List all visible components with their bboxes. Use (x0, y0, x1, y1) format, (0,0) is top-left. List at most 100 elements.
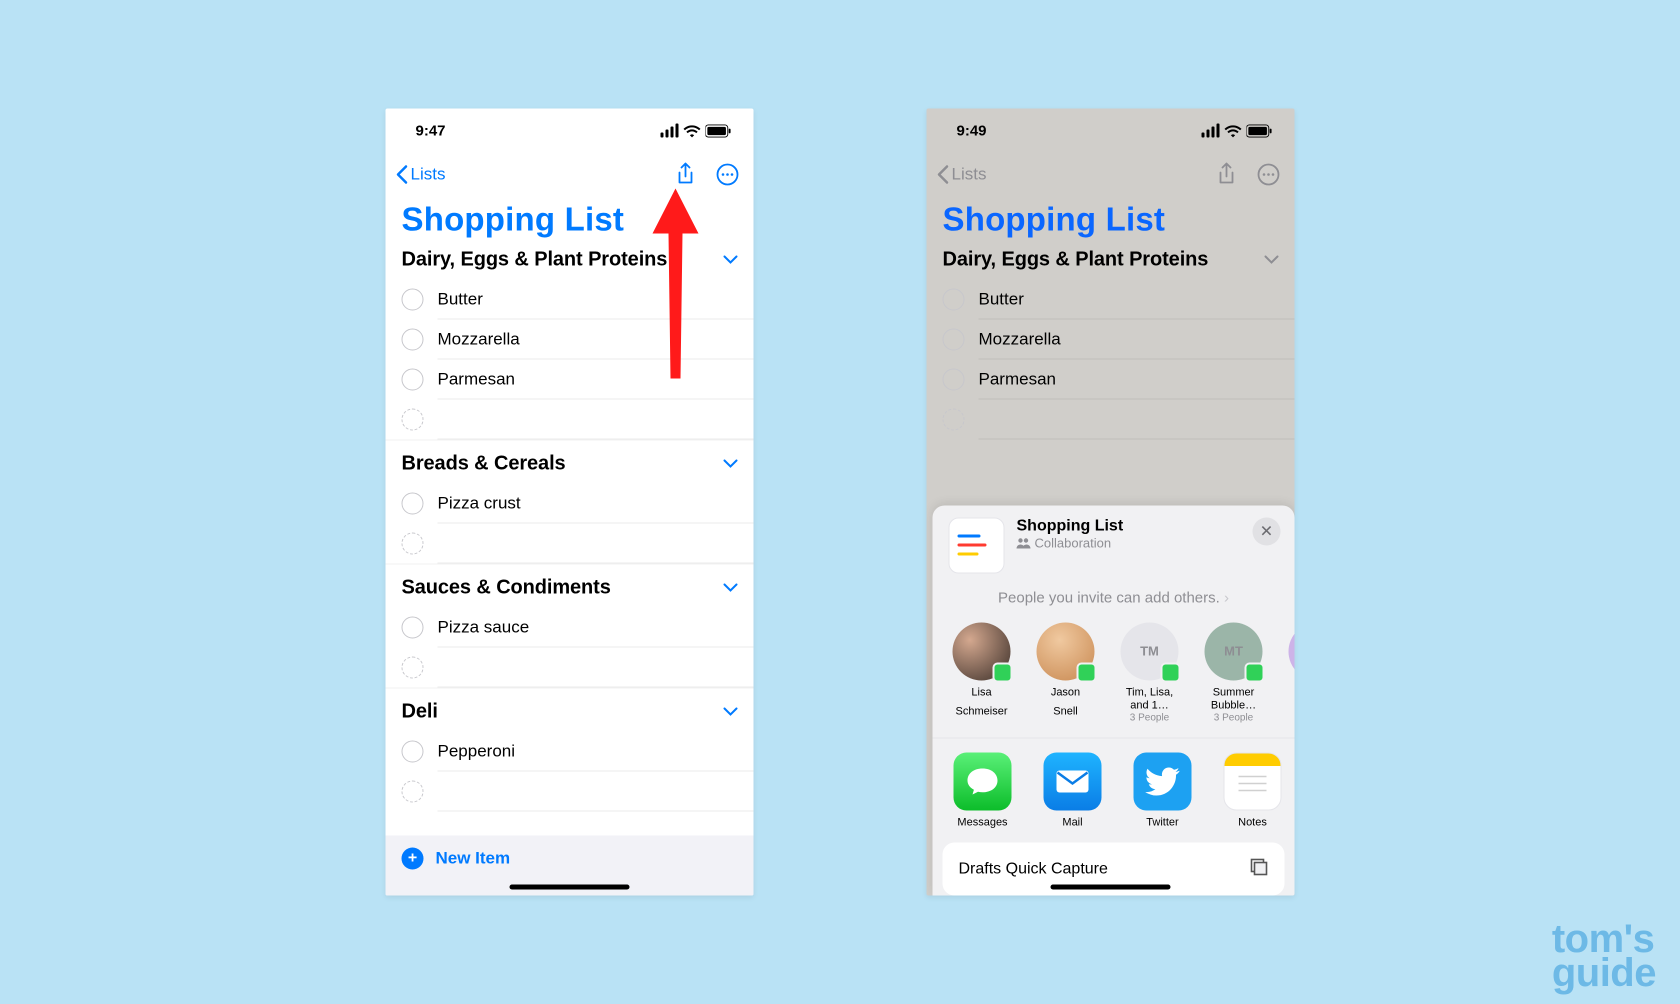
section-title: Deli (402, 701, 438, 724)
new-item-placeholder[interactable] (386, 524, 754, 564)
cellular-icon (1202, 124, 1220, 138)
new-item-placeholder[interactable] (386, 400, 754, 440)
status-time: 9:47 (416, 122, 446, 139)
back-button[interactable]: Lists (937, 165, 987, 185)
list: Dairy, Eggs & Plant Proteins Butter Mozz… (927, 249, 1295, 440)
messages-badge-icon (1245, 662, 1265, 682)
share-person[interactable]: Lisa Schmeiser (949, 622, 1015, 723)
back-label: Lists (411, 165, 446, 185)
share-icon (1213, 161, 1241, 189)
radio-icon (402, 409, 424, 431)
share-action-label: Drafts Quick Capture (959, 860, 1108, 878)
status-bar: 9:49 (927, 109, 1295, 153)
battery-icon (706, 124, 732, 137)
avatar: TM (1121, 622, 1179, 680)
document-icon (949, 517, 1005, 573)
status-time: 9:49 (957, 122, 987, 139)
more-icon (1255, 161, 1283, 189)
home-indicator (510, 885, 630, 890)
status-bar: 9:47 (386, 109, 754, 153)
radio-icon (943, 329, 965, 351)
avatar (1037, 622, 1095, 680)
close-icon[interactable]: ✕ (1253, 517, 1281, 545)
messages-badge-icon (1077, 662, 1097, 682)
share-sheet[interactable]: Shopping List Collaboration ✕ People you… (933, 505, 1295, 895)
share-icon[interactable] (672, 161, 700, 189)
cellular-icon (661, 124, 679, 138)
status-icons (661, 124, 732, 138)
new-item-button[interactable]: New Item (436, 849, 511, 869)
back-button[interactable]: Lists (396, 165, 446, 185)
chevron-down-icon[interactable] (724, 579, 738, 597)
notes-icon (1224, 753, 1282, 811)
list-item: Mozzarella (927, 320, 1295, 360)
chevron-down-icon[interactable] (724, 703, 738, 721)
section-header[interactable]: Sauces & Condiments (386, 564, 754, 608)
radio-icon (943, 409, 965, 431)
list-item: Parmesan (927, 360, 1295, 400)
open-in-icon (1249, 857, 1269, 882)
share-person[interactable]: Jason Snell (1033, 622, 1099, 723)
section-title: Breads & Cereals (402, 453, 566, 476)
chevron-down-icon[interactable] (724, 251, 738, 269)
phone-screenshot-1: 9:47 Lists (386, 109, 754, 896)
section-title: Dairy, Eggs & Plant Proteins (402, 249, 668, 272)
share-app-messages[interactable]: Messages (949, 753, 1017, 829)
plus-icon[interactable]: + (402, 848, 424, 870)
share-subtitle[interactable]: Collaboration (1017, 535, 1124, 550)
chevron-down-icon[interactable] (724, 455, 738, 473)
radio-icon[interactable] (402, 741, 424, 763)
new-item-placeholder[interactable] (386, 648, 754, 688)
share-person[interactable]: The F 2 (1285, 622, 1295, 723)
back-label: Lists (952, 165, 987, 185)
twitter-icon (1134, 753, 1192, 811)
share-apps-row[interactable]: Messages Mail Twitter Notes (933, 738, 1295, 833)
annotation-arrow (651, 189, 701, 389)
home-indicator (1051, 885, 1171, 890)
radio-icon (943, 289, 965, 311)
radio-icon[interactable] (402, 329, 424, 351)
list-item[interactable]: Pizza sauce (386, 608, 754, 648)
watermark-logo: tom's guide (1552, 922, 1656, 990)
messages-badge-icon (993, 662, 1013, 682)
avatar (1289, 622, 1295, 680)
messages-icon (954, 753, 1012, 811)
radio-icon (402, 657, 424, 679)
share-person[interactable]: TM Tim, Lisa, and 1… 3 People (1117, 622, 1183, 723)
list-item[interactable]: Pepperoni (386, 732, 754, 772)
nav-bar: Lists (927, 153, 1295, 197)
radio-icon (402, 533, 424, 555)
share-person[interactable]: MT Summer Bubble… 3 People (1201, 622, 1267, 723)
section-title: Dairy, Eggs & Plant Proteins (943, 249, 1209, 272)
share-people-row[interactable]: Lisa Schmeiser Jason Snell TM Tim, Lisa,… (933, 612, 1295, 727)
chevron-down-icon (1265, 251, 1279, 269)
section-title: Sauces & Condiments (402, 577, 611, 600)
more-icon[interactable] (714, 161, 742, 189)
share-app-twitter[interactable]: Twitter (1129, 753, 1197, 829)
new-item-placeholder (927, 400, 1295, 440)
radio-icon[interactable] (402, 617, 424, 639)
messages-badge-icon (1161, 662, 1181, 682)
section-header[interactable]: Breads & Cereals (386, 440, 754, 484)
list-item[interactable]: Pizza crust (386, 484, 754, 524)
avatar (953, 622, 1011, 680)
radio-icon[interactable] (402, 289, 424, 311)
section-header[interactable]: Deli (386, 688, 754, 732)
list-item: Butter (927, 280, 1295, 320)
share-permissions-link[interactable]: People you invite can add others. (933, 573, 1295, 612)
section-header: Dairy, Eggs & Plant Proteins (927, 249, 1295, 280)
new-item-placeholder[interactable] (386, 772, 754, 812)
phone-screenshot-2: 9:49 Lists (927, 109, 1295, 896)
share-app-mail[interactable]: Mail (1039, 753, 1107, 829)
radio-icon[interactable] (402, 493, 424, 515)
status-icons (1202, 124, 1273, 138)
share-app-notes[interactable]: Notes (1219, 753, 1287, 829)
battery-icon (1247, 124, 1273, 137)
radio-icon (943, 369, 965, 391)
share-title: Shopping List (1017, 517, 1124, 535)
radio-icon (402, 781, 424, 803)
radio-icon[interactable] (402, 369, 424, 391)
page-title: Shopping List (927, 197, 1295, 249)
wifi-icon (1225, 124, 1242, 137)
mail-icon (1044, 753, 1102, 811)
